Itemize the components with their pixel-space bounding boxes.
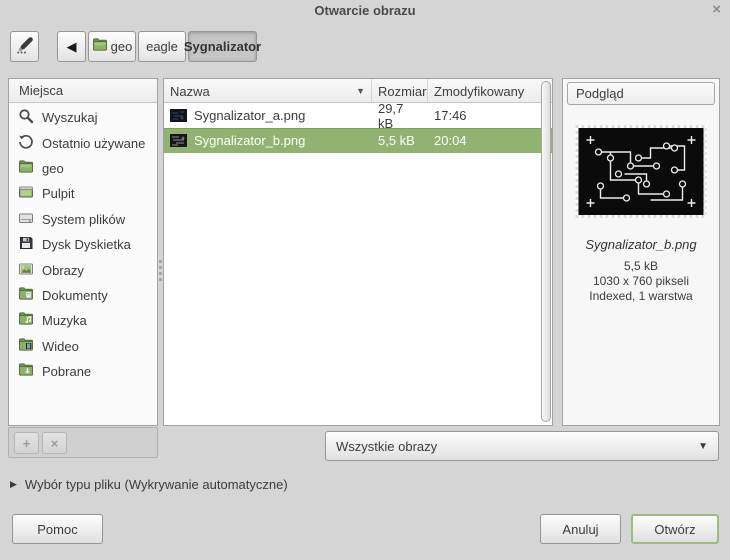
sidebar-item-label: Wyszukaj <box>42 110 98 125</box>
file-row-sygnalizator-b[interactable]: Sygnalizator_b.png 5,5 kB 20:04 <box>164 128 552 153</box>
plus-icon: + <box>23 436 31 451</box>
desktop-icon <box>18 184 34 203</box>
add-bookmark-button[interactable]: + <box>14 432 39 454</box>
cancel-button[interactable]: Anuluj <box>540 514 621 544</box>
preview-info: 5,5 kB 1030 x 760 pikseli Indexed, 1 war… <box>563 259 719 304</box>
remove-bookmark-button[interactable]: × <box>42 432 67 454</box>
preview-dimensions: 1030 x 760 pikseli <box>563 274 719 289</box>
sidebar-item-wideo[interactable]: Wideo <box>9 334 157 359</box>
path-button-label: eagle <box>146 39 178 54</box>
file-size: 5,5 kB <box>378 133 415 148</box>
vertical-scrollbar[interactable] <box>541 81 551 422</box>
sidebar-item-dysk-dyskietka[interactable]: Dysk Dyskietka <box>9 232 157 257</box>
path-button-sygnalizator[interactable]: Sygnalizator <box>188 31 257 62</box>
back-arrow-icon: ◀ <box>67 39 77 55</box>
file-type-expander[interactable]: ▶ Wybór typu pliku (Wykrywanie automatyc… <box>10 477 288 492</box>
sidebar-item-label: Ostatnio używane <box>42 136 145 151</box>
help-button-label: Pomoc <box>37 522 77 537</box>
expander-label: Wybór typu pliku (Wykrywanie automatyczn… <box>25 477 288 492</box>
sidebar-item-label: geo <box>42 161 64 176</box>
column-label: Nazwa <box>170 84 210 99</box>
floppy-icon <box>18 235 34 254</box>
images-icon <box>18 261 34 280</box>
preview-thumbnail <box>576 125 707 218</box>
places-header-label: Miejsca <box>19 83 63 98</box>
preview-panel: Podgląd Sygnalizat <box>562 78 720 426</box>
sidebar-item-system-plikow[interactable]: System plików <box>9 207 157 232</box>
downloads-icon <box>18 362 34 381</box>
filesystem-icon <box>18 210 34 229</box>
sidebar-item-obrazy[interactable]: Obrazy <box>9 257 157 282</box>
cross-icon: × <box>51 436 59 451</box>
pen-icon <box>15 35 35 58</box>
file-size: 29,7 kB <box>378 101 422 131</box>
help-button[interactable]: Pomoc <box>12 514 103 544</box>
sidebar-item-ostatnio-uzywane[interactable]: Ostatnio używane <box>9 130 157 155</box>
path-button-geo[interactable]: geo <box>88 31 136 62</box>
column-header-zmodyfikowany[interactable]: Zmodyfikowany <box>428 79 552 103</box>
sidebar-item-pobrane[interactable]: Pobrane <box>9 359 157 384</box>
cancel-button-label: Anuluj <box>562 522 598 537</box>
path-button-label: Sygnalizator <box>184 39 261 54</box>
file-thumbnail-icon <box>170 134 187 147</box>
sidebar-item-label: Obrazy <box>42 263 84 278</box>
chevron-down-icon: ▼ <box>698 441 708 452</box>
path-button-label: geo <box>111 39 133 54</box>
back-button[interactable]: ◀ <box>57 31 86 62</box>
music-icon <box>18 311 34 330</box>
file-list: Nazwa ▼ Rozmiar Zmodyfikowany Sygnalizat… <box>163 78 553 426</box>
file-modified: 20:04 <box>434 133 467 148</box>
sidebar-item-label: Pobrane <box>42 364 91 379</box>
open-button-label: Otwórz <box>654 522 695 537</box>
preview-header: Podgląd <box>567 82 715 105</box>
column-label: Rozmiar <box>378 84 426 99</box>
sidebar-item-geo[interactable]: geo <box>9 156 157 181</box>
places-sidebar: Miejsca Wyszukaj Ostatnio używane geo Pu… <box>8 78 158 426</box>
sidebar-item-label: Dokumenty <box>42 288 108 303</box>
titlebar: Otwarcie obrazu × <box>0 0 730 22</box>
preview-details: Indexed, 1 warstwa <box>563 289 719 304</box>
path-button-eagle[interactable]: eagle <box>138 31 186 62</box>
sidebar-item-label: Pulpit <box>42 186 75 201</box>
file-modified: 17:46 <box>434 108 467 123</box>
places-header[interactable]: Miejsca <box>9 79 157 103</box>
sidebar-item-wyszukaj[interactable]: Wyszukaj <box>9 105 157 130</box>
type-filename-button[interactable] <box>10 31 39 62</box>
folder-icon <box>18 159 34 178</box>
pcb-image <box>579 128 704 215</box>
bookmark-toolbar: + × <box>8 427 158 458</box>
sidebar-item-label: Muzyka <box>42 313 87 328</box>
sidebar-item-label: System plików <box>42 212 125 227</box>
open-image-dialog: { "window": { "title": "Otwarcie obrazu"… <box>0 0 730 560</box>
file-filter-value: Wszystkie obrazy <box>336 439 437 454</box>
sidebar-item-dokumenty[interactable]: Dokumenty <box>9 283 157 308</box>
sidebar-item-label: Wideo <box>42 339 79 354</box>
open-button[interactable]: Otwórz <box>631 514 719 544</box>
close-icon[interactable]: × <box>712 2 721 17</box>
preview-filesize: 5,5 kB <box>563 259 719 274</box>
sidebar-item-label: Dysk Dyskietka <box>42 237 131 252</box>
sidebar-item-pulpit[interactable]: Pulpit <box>9 181 157 206</box>
documents-icon <box>18 286 34 305</box>
sidebar-item-muzyka[interactable]: Muzyka <box>9 308 157 333</box>
preview-header-label: Podgląd <box>576 86 624 101</box>
column-label: Zmodyfikowany <box>434 84 524 99</box>
video-icon <box>18 337 34 356</box>
recent-icon <box>18 134 34 153</box>
file-thumbnail-icon <box>170 109 187 122</box>
folder-icon <box>92 37 108 56</box>
file-filter-dropdown[interactable]: Wszystkie obrazy ▼ <box>325 431 719 461</box>
file-name: Sygnalizator_b.png <box>194 133 305 148</box>
window-title: Otwarcie obrazu <box>0 3 730 18</box>
expander-arrow-icon: ▶ <box>10 479 17 490</box>
file-row-sygnalizator-a[interactable]: Sygnalizator_a.png 29,7 kB 17:46 <box>164 103 552 128</box>
sort-descending-icon: ▼ <box>356 86 365 96</box>
preview-filename: Sygnalizator_b.png <box>563 237 719 252</box>
column-header-rozmiar[interactable]: Rozmiar <box>372 79 428 103</box>
search-icon <box>18 108 34 127</box>
file-list-header: Nazwa ▼ Rozmiar Zmodyfikowany <box>164 79 552 103</box>
column-header-nazwa[interactable]: Nazwa ▼ <box>164 79 372 103</box>
file-name: Sygnalizator_a.png <box>194 108 305 123</box>
